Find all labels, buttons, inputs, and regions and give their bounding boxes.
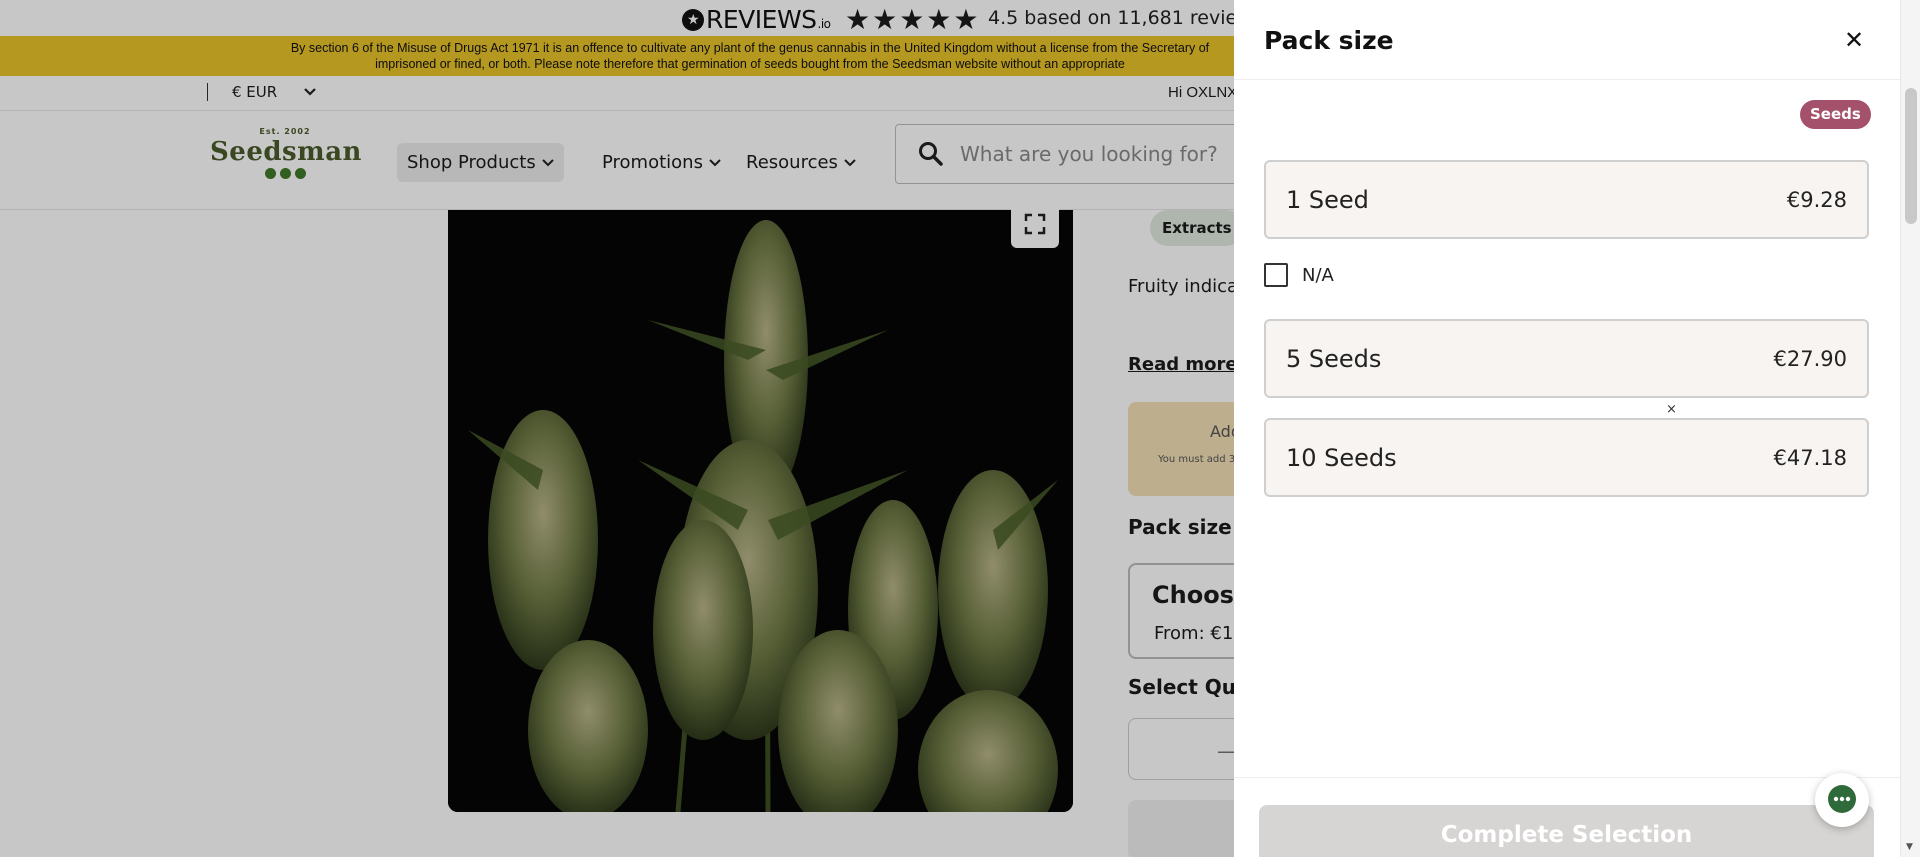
pack-option-name: 1 Seed [1286, 185, 1369, 214]
na-label: N/A [1302, 264, 1334, 286]
chat-button[interactable] [1815, 773, 1869, 827]
chat-icon [1828, 785, 1856, 813]
scroll-down-arrow-icon[interactable]: ▼ [1906, 842, 1913, 852]
close-icon[interactable]: ✕ [1840, 26, 1868, 54]
seeds-badge: Seeds [1800, 100, 1871, 129]
modal-backdrop[interactable] [0, 0, 1234, 857]
pack-option-1-seed[interactable]: 1 Seed €9.28 [1264, 160, 1869, 239]
pack-option-10-seeds[interactable]: 10 Seeds €47.18 [1264, 418, 1869, 497]
pack-size-drawer: Pack size ✕ Seeds 1 Seed €9.28 N/A 5 See… [1234, 0, 1900, 857]
na-checkbox-row[interactable]: N/A [1264, 263, 1334, 287]
scrollbar-thumb[interactable] [1905, 88, 1917, 224]
pack-option-price: €9.28 [1786, 187, 1847, 212]
pack-option-name: 10 Seeds [1286, 443, 1397, 472]
pack-option-name: 5 Seeds [1286, 344, 1382, 373]
drawer-footer: Complete Selection [1234, 777, 1900, 857]
pack-option-5-seeds[interactable]: 5 Seeds €27.90 [1264, 319, 1869, 398]
pack-option-price: €47.18 [1773, 445, 1847, 470]
drawer-title: Pack size [1264, 26, 1394, 55]
pack-option-price: €27.90 [1773, 346, 1847, 371]
drawer-header: Pack size ✕ [1234, 0, 1900, 80]
page-scrollbar[interactable]: ▼ [1900, 0, 1920, 857]
complete-selection-button[interactable]: Complete Selection [1259, 805, 1874, 857]
na-checkbox[interactable] [1264, 263, 1288, 287]
small-close-icon[interactable]: × [1666, 402, 1677, 417]
